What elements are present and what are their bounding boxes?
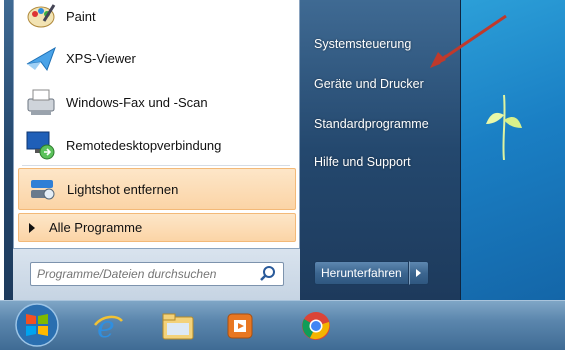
all-programs-label: Alle Programme <box>49 220 143 235</box>
search-box[interactable] <box>30 262 284 286</box>
search-area <box>13 249 300 300</box>
program-xps-viewer[interactable]: XPS-Viewer <box>18 38 294 78</box>
link-systemsteuerung[interactable]: Systemsteuerung <box>314 37 411 51</box>
shutdown-group: Herunterfahren <box>314 261 429 285</box>
search-input[interactable] <box>31 266 259 282</box>
shutdown-button[interactable]: Herunterfahren <box>314 261 409 285</box>
program-fax-scan[interactable]: Windows-Fax und -Scan <box>18 82 294 122</box>
link-hilfe-support[interactable]: Hilfe und Support <box>314 155 411 169</box>
program-label: Lightshot entfernen <box>67 181 179 197</box>
program-lightshot-uninstall[interactable]: Lightshot entfernen <box>18 168 296 210</box>
xps-viewer-icon <box>24 41 58 75</box>
lightshot-icon <box>25 172 59 206</box>
arrow-right-icon <box>416 269 422 277</box>
desktop-plant-graphic <box>486 94 522 160</box>
program-label: Windows-Fax und -Scan <box>66 94 208 110</box>
start-menu: Paint XPS-Viewer Windows-Fax und -Scan R… <box>4 0 461 300</box>
start-orb-icon[interactable] <box>12 302 62 348</box>
svg-text:e: e <box>97 310 115 343</box>
program-label: Paint <box>66 8 96 24</box>
programs-pane: Paint XPS-Viewer Windows-Fax und -Scan R… <box>13 0 300 249</box>
chrome-icon[interactable] <box>296 306 336 346</box>
file-explorer-icon[interactable] <box>158 306 198 346</box>
annotation-arrow-icon <box>430 14 507 68</box>
link-standardprogramme[interactable]: Standardprogramme <box>314 117 429 131</box>
taskbar: e <box>0 300 565 350</box>
internet-explorer-icon[interactable]: e <box>88 306 128 346</box>
fax-scan-icon <box>24 85 58 119</box>
expand-arrow-icon <box>29 222 35 233</box>
programs-divider <box>22 165 290 166</box>
all-programs-button[interactable]: Alle Programme <box>18 213 296 242</box>
program-label: Remotedesktopverbindung <box>66 137 222 153</box>
remote-desktop-icon <box>24 128 58 162</box>
media-player-icon[interactable] <box>220 306 260 346</box>
paint-icon <box>24 0 58 33</box>
shutdown-options-button[interactable] <box>408 261 429 285</box>
program-label: XPS-Viewer <box>66 50 136 66</box>
search-icon[interactable] <box>259 265 277 283</box>
program-remote-desktop[interactable]: Remotedesktopverbindung <box>18 125 294 165</box>
program-paint[interactable]: Paint <box>18 0 294 36</box>
link-geraete-drucker[interactable]: Geräte und Drucker <box>314 77 424 91</box>
